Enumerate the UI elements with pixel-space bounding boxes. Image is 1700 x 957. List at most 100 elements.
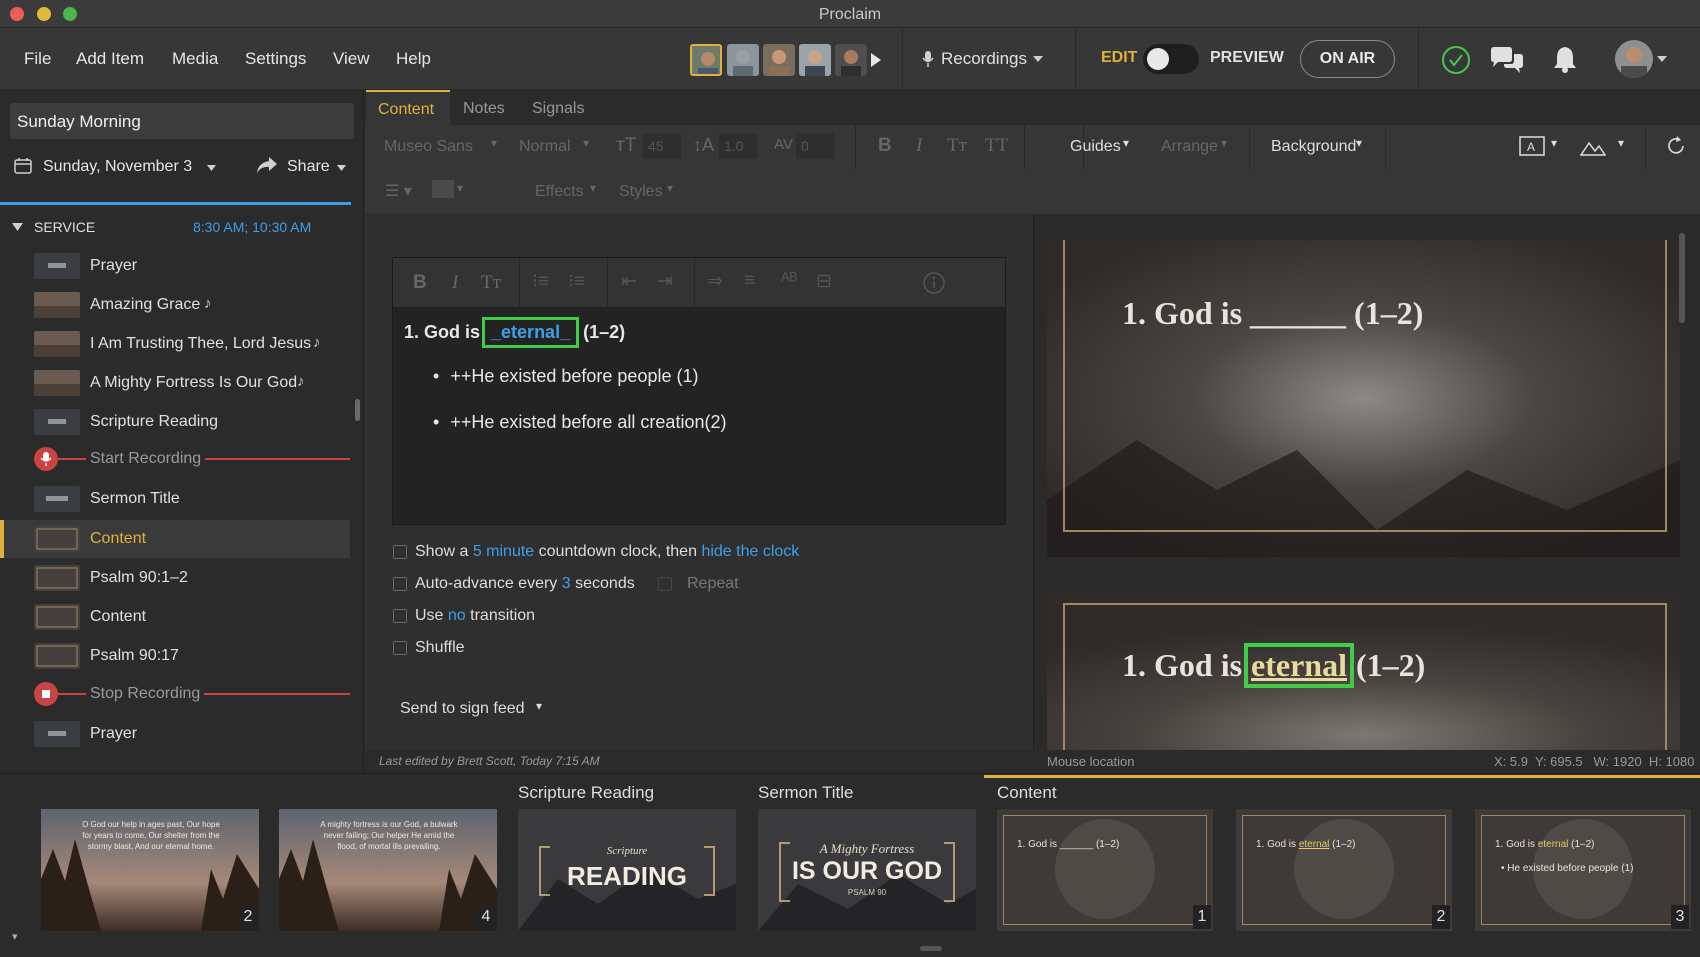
countdown-checkbox[interactable] — [393, 545, 407, 559]
bell-icon[interactable] — [1553, 45, 1577, 73]
menu-file[interactable]: File — [24, 49, 51, 69]
font-size-field[interactable]: 45 — [643, 133, 681, 159]
background-dropdown[interactable]: Background — [1271, 138, 1356, 156]
edit-preview-toggle[interactable] — [1143, 44, 1199, 74]
line-height-field[interactable]: 1.0 — [719, 133, 757, 159]
list-item[interactable]: Prayer — [0, 716, 350, 752]
bulleted-list-icon[interactable]: ⁝≡ — [532, 270, 549, 293]
fill-blank-icon[interactable]: ⇒ — [707, 270, 723, 293]
reveal-icon[interactable]: ≡ — [744, 270, 755, 292]
play-icon[interactable] — [870, 52, 882, 68]
fill-in-blank-word[interactable]: _eternal_ — [482, 317, 580, 348]
share-dropdown[interactable]: Share — [287, 158, 330, 176]
image-icon[interactable] — [1580, 136, 1606, 156]
tab-content[interactable]: Content — [366, 90, 450, 125]
send-to-sign-feed-dropdown[interactable]: Send to sign feed — [400, 700, 525, 718]
start-recording-signal[interactable]: Start Recording — [0, 441, 350, 477]
shuffle-checkbox[interactable] — [393, 641, 407, 655]
list-item[interactable]: Scripture Reading — [0, 404, 350, 440]
menu-add-item[interactable]: Add Item — [76, 49, 144, 69]
refresh-icon[interactable] — [1665, 135, 1687, 157]
all-caps-icon[interactable]: TT — [985, 135, 1008, 157]
countdown-duration-link[interactable]: 5 minute — [473, 543, 534, 560]
checkmark-status-icon[interactable] — [1441, 45, 1471, 75]
strip-resize-handle[interactable] — [920, 946, 942, 951]
recordings-dropdown[interactable]: Recordings — [941, 49, 1027, 69]
collapse-strip-icon[interactable]: ▾ — [12, 930, 18, 943]
font-family-select[interactable]: Museo Sans — [384, 138, 473, 156]
service-date-picker[interactable]: Sunday, November 3 — [43, 158, 192, 176]
tab-notes[interactable]: Notes — [463, 100, 505, 118]
bold-icon[interactable]: B — [413, 272, 427, 294]
font-weight-select[interactable]: Normal — [519, 138, 571, 156]
list-item[interactable]: Psalm 90:17 — [0, 638, 350, 674]
guides-dropdown[interactable]: Guides — [1070, 138, 1121, 156]
align-icon[interactable]: ☰ ▾ — [385, 181, 412, 201]
list-item[interactable]: Content — [0, 599, 350, 635]
slide-preview[interactable]: 1. God is ______ (1–2) — [1047, 240, 1680, 557]
menu-view[interactable]: View — [333, 49, 370, 69]
slide-text-part: 1. God is — [1256, 839, 1299, 850]
letter-spacing-field[interactable]: 0 — [796, 133, 834, 159]
rich-text-editor[interactable]: B I Tт ⁝≡ ⁝≡ ⇤ ⇥ ⇒ ≡ ᴬᴮ ⊟ 1. God is _eter… — [392, 257, 1006, 525]
transition-checkbox[interactable] — [393, 609, 407, 623]
team-avatar[interactable] — [799, 44, 831, 76]
transition-type-link[interactable]: no — [448, 607, 466, 624]
list-item[interactable]: Psalm 90:1–2 — [0, 560, 350, 596]
microphone-icon — [922, 51, 934, 67]
content-slide-thumbnail[interactable]: 1. God is eternal (1–2) 2 — [1236, 809, 1452, 931]
collapse-caret-icon[interactable] — [12, 223, 23, 231]
presentation-title-field[interactable]: Sunday Morning — [10, 103, 354, 139]
bold-icon[interactable]: B — [878, 135, 892, 157]
effects-dropdown[interactable]: Effects — [535, 183, 584, 201]
split-icon[interactable]: ⊟ — [816, 270, 832, 293]
list-item[interactable]: A Mighty Fortress Is Our God ♪ — [0, 365, 350, 401]
chat-icon[interactable] — [1489, 46, 1525, 74]
arrange-dropdown[interactable]: Arrange — [1161, 138, 1218, 156]
slide-preview-next[interactable]: 1. God is eternal (1–2) — [1047, 591, 1680, 751]
hymn-slide-thumbnail[interactable]: A mighty fortress is our God, a bulwark … — [279, 809, 497, 931]
small-caps-icon[interactable]: Tт — [481, 272, 501, 294]
user-avatar[interactable] — [1615, 40, 1653, 78]
team-avatar[interactable] — [690, 44, 722, 76]
on-air-button[interactable]: ON AIR — [1300, 40, 1395, 78]
sidebar-scrollbar[interactable] — [355, 399, 360, 421]
item-thumbnail — [34, 604, 80, 630]
ab-icon[interactable]: ᴬᴮ — [781, 270, 798, 292]
team-avatar[interactable] — [727, 44, 759, 76]
preview-scrollbar[interactable] — [1679, 233, 1685, 323]
team-avatar[interactable] — [835, 44, 867, 76]
text-color-swatch[interactable] — [432, 180, 454, 198]
countdown-action-link[interactable]: hide the clock — [701, 543, 799, 560]
indent-icon[interactable]: ⇥ — [657, 270, 673, 293]
info-icon[interactable] — [923, 272, 945, 294]
sermon-slide-thumbnail[interactable]: A Mighty Fortress IS OUR GOD PSALM 90 — [758, 809, 976, 931]
list-item[interactable]: Prayer — [0, 248, 350, 284]
team-avatar[interactable] — [763, 44, 795, 76]
list-item[interactable]: I Am Trusting Thee, Lord Jesus ♪ — [0, 326, 350, 362]
list-item[interactable]: Amazing Grace ♪ — [0, 287, 350, 323]
advance-seconds-link[interactable]: 3 — [562, 575, 571, 592]
list-item-selected[interactable]: Content — [0, 520, 350, 558]
sidebar: Sunday Morning Sunday, November 3 Share … — [0, 90, 364, 773]
italic-icon[interactable]: I — [916, 135, 922, 157]
content-slide-thumbnail[interactable]: 1. God is ______ (1–2) 1 — [997, 809, 1213, 931]
menu-settings[interactable]: Settings — [245, 49, 306, 69]
numbered-list-icon[interactable]: ⁝≡ — [568, 270, 585, 293]
service-times-link[interactable]: 8:30 AM; 10:30 AM — [193, 219, 311, 235]
hymn-slide-thumbnail[interactable]: O God our help in ages past, Our hope fo… — [41, 809, 259, 931]
auto-advance-checkbox[interactable] — [393, 577, 407, 591]
menu-media[interactable]: Media — [172, 49, 218, 69]
stop-recording-signal[interactable]: Stop Recording — [0, 676, 350, 712]
menu-help[interactable]: Help — [396, 49, 431, 69]
content-slide-thumbnail[interactable]: 1. God is eternal (1–2) • He existed bef… — [1475, 809, 1691, 931]
tab-signals[interactable]: Signals — [532, 100, 584, 118]
text-box-icon[interactable]: A — [1519, 136, 1545, 156]
italic-icon[interactable]: I — [452, 272, 458, 294]
outdent-icon[interactable]: ⇤ — [621, 270, 637, 293]
repeat-checkbox[interactable] — [658, 577, 672, 591]
styles-dropdown[interactable]: Styles — [619, 183, 663, 201]
small-caps-icon[interactable]: Tт — [947, 135, 967, 157]
scripture-slide-thumbnail[interactable]: Scripture READING — [518, 809, 736, 931]
list-item[interactable]: Sermon Title — [0, 481, 350, 517]
